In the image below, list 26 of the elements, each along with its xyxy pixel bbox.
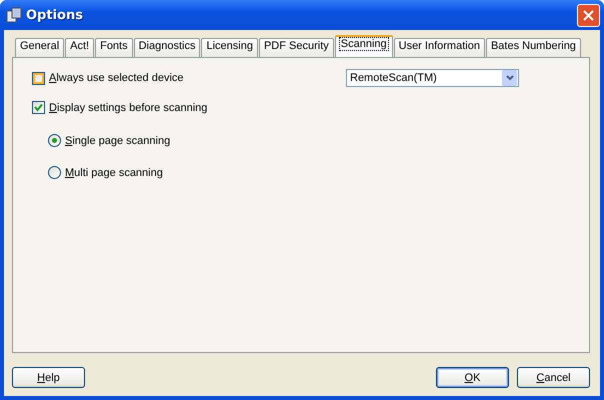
radio-label[interactable]: Single page scanning [65,134,170,146]
tab[interactable]: Fonts [95,38,133,57]
tab[interactable]: Licensing [201,38,258,57]
tab[interactable]: Scanning [334,35,393,58]
close-button[interactable] [577,4,600,26]
close-icon [583,10,594,20]
radio-button[interactable] [48,134,61,147]
tab[interactable]: PDF Security [258,38,334,57]
dialog-button[interactable]: OK [436,367,509,388]
tab[interactable]: General [15,38,64,57]
tab[interactable]: Act! [65,38,94,57]
tab[interactable]: User Information [394,38,485,57]
tab[interactable]: Diagnostics [134,38,200,57]
checkbox-label[interactable]: Display settings before scanning [49,102,208,114]
tab[interactable]: Bates Numbering [486,38,581,57]
device-dropdown[interactable]: RemoteScan(TM) [346,69,519,87]
app-icon [6,7,22,23]
window-title: Options [26,8,84,22]
dialog-button[interactable]: Cancel [517,367,590,388]
chevron-down-icon[interactable] [502,70,517,86]
dialog-button[interactable]: Help [12,367,85,388]
checkbox-label[interactable]: Always use selected device [49,72,184,84]
checkbox[interactable] [32,101,45,114]
radio-label[interactable]: Multi page scanning [65,166,163,178]
checkbox[interactable] [32,72,45,84]
radio-button[interactable] [48,166,61,179]
